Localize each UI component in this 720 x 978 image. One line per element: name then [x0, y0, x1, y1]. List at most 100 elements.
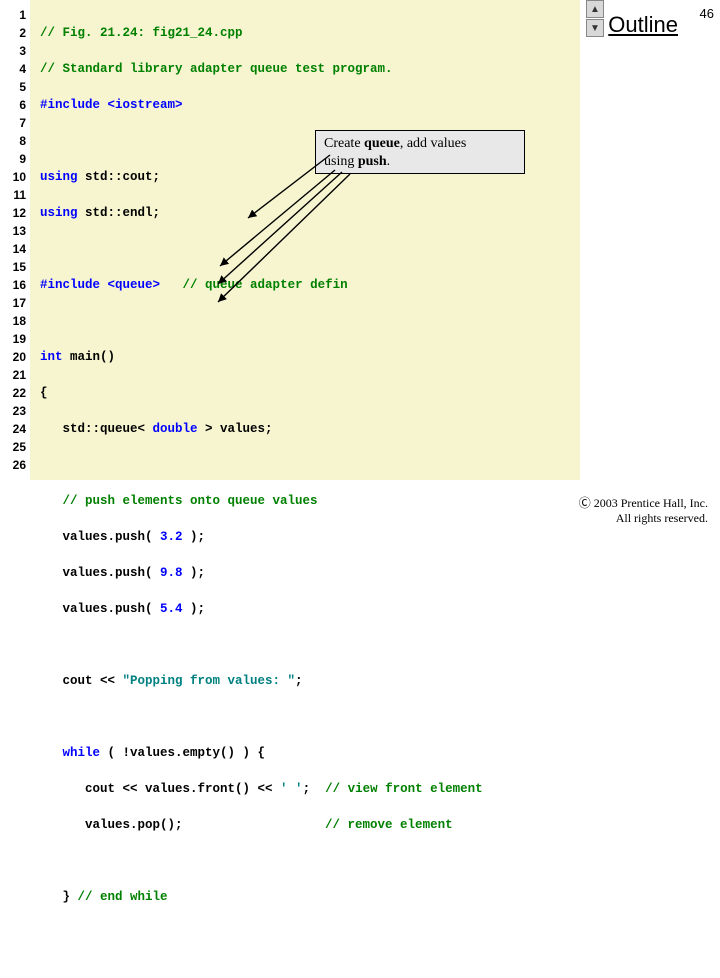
- code-include: <queue>: [108, 278, 161, 292]
- code-line: using std::endl;: [40, 204, 580, 222]
- code-comment: // push elements onto queue values: [63, 494, 318, 508]
- code-keyword: while: [63, 746, 101, 760]
- annotation-callout: Create queue, add values using push.: [315, 130, 525, 174]
- code-comment: // Fig. 21.24: fig21_24.cpp: [40, 26, 243, 40]
- line-number: 5: [0, 78, 26, 96]
- code-text: ;: [303, 782, 326, 796]
- line-number: 11: [0, 186, 26, 204]
- callout-bold: queue: [364, 136, 400, 151]
- code-text: cout <<: [40, 674, 123, 688]
- code-line: #include <iostream>: [40, 96, 580, 114]
- code-text: values.pop();: [40, 818, 325, 832]
- code-keyword: double: [153, 422, 198, 436]
- code-comment: // end while: [78, 890, 168, 904]
- code-line: {: [40, 384, 580, 402]
- line-number: 10: [0, 168, 26, 186]
- code-comment: // Standard library adapter queue test p…: [40, 62, 393, 76]
- line-number: 18: [0, 312, 26, 330]
- line-number: 22: [0, 384, 26, 402]
- callout-line: Create queue, add values: [324, 135, 516, 153]
- code-line: } // end while: [40, 888, 580, 906]
- line-number: 20: [0, 348, 26, 366]
- slide-page: 46 Outline ▲ ▼ 1 2 3 4 5 6 7 8 9 10 11 1…: [0, 0, 720, 540]
- line-number: 3: [0, 42, 26, 60]
- code-line: // Standard library adapter queue test p…: [40, 60, 580, 78]
- code-text: );: [183, 602, 206, 616]
- line-number: 19: [0, 330, 26, 348]
- code-string: "Popping from values: ": [123, 674, 296, 688]
- code-text: [40, 494, 63, 508]
- code-line: values.push( 3.2 );: [40, 528, 580, 546]
- copyright-line: All rights reserved.: [579, 511, 708, 526]
- line-number: 17: [0, 294, 26, 312]
- code-body: // Fig. 21.24: fig21_24.cpp // Standard …: [30, 0, 580, 480]
- copyright-notice: Ⓒ 2003 Prentice Hall, Inc. All rights re…: [579, 496, 708, 526]
- line-number: 25: [0, 438, 26, 456]
- line-number: 15: [0, 258, 26, 276]
- code-line: while ( !values.empty() ) {: [40, 744, 580, 762]
- code-panel: 1 2 3 4 5 6 7 8 9 10 11 12 13 14 15 16 1…: [0, 0, 580, 480]
- code-line: [40, 456, 580, 474]
- line-number: 12: [0, 204, 26, 222]
- slide-number: 46: [700, 6, 714, 21]
- code-line: std::queue< double > values;: [40, 420, 580, 438]
- chevron-up-icon: ▲: [590, 4, 600, 15]
- callout-line: using push.: [324, 153, 516, 171]
- chevron-down-icon: ▼: [590, 23, 600, 34]
- outline-link[interactable]: Outline: [608, 12, 678, 38]
- code-text: [40, 746, 63, 760]
- code-directive: #include: [40, 278, 108, 292]
- callout-text: using: [324, 154, 358, 169]
- code-keyword: int: [40, 350, 63, 364]
- scroll-up-button[interactable]: ▲: [586, 0, 604, 18]
- line-number: 7: [0, 114, 26, 132]
- callout-bold: push: [358, 154, 387, 169]
- code-line: values.pop(); // remove element: [40, 816, 580, 834]
- code-line: values.push( 5.4 );: [40, 600, 580, 618]
- code-text: std::cout;: [85, 170, 160, 184]
- code-line: [40, 852, 580, 870]
- code-text: main(): [63, 350, 116, 364]
- code-comment: // queue adapter defin: [183, 278, 348, 292]
- line-number: 9: [0, 150, 26, 168]
- code-text: > values;: [198, 422, 273, 436]
- code-string: ' ': [280, 782, 303, 796]
- code-line: // push elements onto queue values: [40, 492, 580, 510]
- line-number: 14: [0, 240, 26, 258]
- code-directive: #include: [40, 98, 108, 112]
- code-text: }: [40, 890, 78, 904]
- callout-text: .: [387, 154, 391, 169]
- callout-text: Create: [324, 136, 364, 151]
- code-text: values.push(: [40, 566, 160, 580]
- code-text: cout << values.front() <<: [40, 782, 280, 796]
- code-text: ;: [295, 674, 303, 688]
- callout-text: , add values: [400, 136, 466, 151]
- code-line: values.push( 9.8 );: [40, 564, 580, 582]
- code-text: );: [183, 530, 206, 544]
- line-number: 8: [0, 132, 26, 150]
- code-comment: // view front element: [325, 782, 483, 796]
- line-number: 4: [0, 60, 26, 78]
- line-number-gutter: 1 2 3 4 5 6 7 8 9 10 11 12 13 14 15 16 1…: [0, 0, 30, 480]
- line-number: 16: [0, 276, 26, 294]
- code-text: ( !values.empty() ) {: [100, 746, 265, 760]
- line-number: 26: [0, 456, 26, 474]
- line-number: 1: [0, 6, 26, 24]
- code-line: [40, 636, 580, 654]
- code-include: <iostream>: [108, 98, 183, 112]
- code-text: );: [183, 566, 206, 580]
- line-number: 23: [0, 402, 26, 420]
- code-text: values.push(: [40, 530, 160, 544]
- line-number: 6: [0, 96, 26, 114]
- code-keyword: using: [40, 206, 85, 220]
- line-number: 21: [0, 366, 26, 384]
- code-line: [40, 708, 580, 726]
- code-text: std::endl;: [85, 206, 160, 220]
- scroll-down-button[interactable]: ▼: [586, 19, 604, 37]
- code-number: 3.2: [160, 530, 183, 544]
- code-keyword: using: [40, 170, 85, 184]
- code-line: [40, 240, 580, 258]
- code-number: 9.8: [160, 566, 183, 580]
- code-line: // Fig. 21.24: fig21_24.cpp: [40, 24, 580, 42]
- code-text: values.push(: [40, 602, 160, 616]
